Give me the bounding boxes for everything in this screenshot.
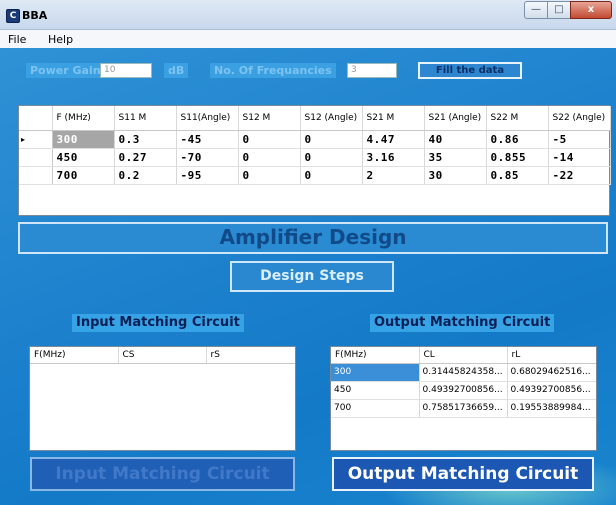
grid-cell[interactable]: 3.16 (362, 148, 425, 167)
grid-header-row: F (MHz) S11 M S11(Angle) S12 M S12 (Angl… (19, 106, 611, 131)
grid-header-cell[interactable]: S21 M (362, 106, 425, 131)
s-parameter-grid[interactable]: F (MHz) S11 M S11(Angle) S12 M S12 (Angl… (18, 105, 611, 216)
power-gain-input[interactable]: 10 (100, 63, 152, 78)
grid-cell[interactable]: 0 (238, 148, 301, 167)
grid-cell[interactable]: -5 (548, 130, 611, 149)
grid-cell[interactable]: -70 (176, 148, 239, 167)
window-title: BBA (22, 9, 48, 22)
grid-cell[interactable]: 0.75851736659... (419, 399, 508, 418)
amplifier-design-banner: Amplifier Design (18, 222, 608, 254)
grid-cell[interactable]: 0 (300, 148, 363, 167)
current-row-indicator-icon: ▸ (19, 130, 53, 149)
grid-cell[interactable]: 0.85 (486, 166, 549, 185)
grid-header-cell[interactable]: S12 (Angle) (300, 106, 363, 131)
menu-bar: File Help (0, 30, 616, 48)
input-matching-button[interactable]: Input Matching Circuit (30, 457, 295, 491)
num-frequencies-input[interactable]: 3 (347, 63, 397, 78)
grid-header-cell[interactable]: CS (118, 347, 207, 364)
grid-cell[interactable]: 40 (424, 130, 487, 149)
row-header-cell[interactable] (19, 166, 53, 185)
grid-cell[interactable]: 0 (238, 130, 301, 149)
grid-cell[interactable]: 0.2 (114, 166, 177, 185)
grid-cell[interactable]: 0.49392700856... (507, 381, 596, 400)
grid-cell[interactable]: 0.49392700856... (419, 381, 508, 400)
menu-help[interactable]: Help (48, 33, 73, 46)
input-matching-grid[interactable]: F(MHz) CS rS (29, 346, 296, 451)
grid-header-cell[interactable]: S21 (Angle) (424, 106, 487, 131)
fill-data-button[interactable]: Fill the data (418, 62, 522, 79)
grid-cell[interactable]: -45 (176, 130, 239, 149)
input-grid-header-row: F(MHz) CS rS (30, 347, 295, 364)
grid-cell[interactable]: -14 (548, 148, 611, 167)
window-controls: — □ x (524, 1, 612, 21)
grid-header-cell[interactable]: rS (206, 347, 295, 364)
grid-cell[interactable]: 4.47 (362, 130, 425, 149)
grid-header-cell[interactable]: S11 M (114, 106, 177, 131)
grid-cell[interactable]: 700 (52, 166, 115, 185)
grid-cell[interactable]: 450 (52, 148, 115, 167)
grid-cell[interactable]: 0.86 (486, 130, 549, 149)
grid-header-cell[interactable]: F (MHz) (52, 106, 115, 131)
table-row[interactable]: ▸ 300 0.3 -45 0 0 4.47 40 0.86 -5 (19, 130, 611, 149)
grid-cell[interactable]: 300 (52, 130, 115, 149)
output-matching-grid[interactable]: F(MHz) CL rL 300 0.31445824358... 0.6802… (330, 346, 597, 451)
design-steps-button[interactable]: Design Steps (230, 261, 394, 292)
grid-header-cell[interactable]: F(MHz) (30, 347, 119, 364)
output-matching-button[interactable]: Output Matching Circuit (332, 457, 594, 491)
grid-cell[interactable]: 300 (331, 363, 420, 382)
grid-cell[interactable]: 0.31445824358... (419, 363, 508, 382)
minimize-button[interactable]: — (524, 1, 548, 19)
table-row[interactable]: 300 0.31445824358... 0.68029462516... (331, 363, 596, 382)
grid-header-cell[interactable]: S12 M (238, 106, 301, 131)
grid-cell[interactable]: 0.855 (486, 148, 549, 167)
power-gain-label: Power Gain (26, 63, 105, 78)
grid-cell[interactable]: -22 (548, 166, 611, 185)
grid-cell[interactable]: 2 (362, 166, 425, 185)
grid-header-cell[interactable]: S11(Angle) (176, 106, 239, 131)
grid-header-cell[interactable]: S22 (Angle) (548, 106, 611, 131)
grid-cell[interactable]: 450 (331, 381, 420, 400)
table-row[interactable]: 450 0.27 -70 0 0 3.16 35 0.855 -14 (19, 148, 611, 167)
app-logo-icon: C (6, 9, 20, 23)
input-matching-title: Input Matching Circuit (72, 314, 244, 332)
table-row[interactable]: 450 0.49392700856... 0.49392700856... (331, 381, 596, 400)
grid-cell[interactable]: 0.3 (114, 130, 177, 149)
close-button[interactable]: x (570, 1, 612, 19)
grid-cell[interactable]: 30 (424, 166, 487, 185)
grid-cell[interactable]: 35 (424, 148, 487, 167)
maximize-button[interactable]: □ (547, 1, 571, 19)
grid-cell[interactable]: 0 (300, 130, 363, 149)
grid-cell[interactable]: -95 (176, 166, 239, 185)
grid-header-cell[interactable]: rL (507, 347, 596, 364)
grid-cell[interactable]: 0.68029462516... (507, 363, 596, 382)
grid-cell[interactable]: 0.27 (114, 148, 177, 167)
grid-cell[interactable]: 0.19553889984... (507, 399, 596, 418)
grid-corner-cell (19, 106, 53, 131)
main-panel: Power Gain 10 dB No. Of Frequancies 3 Fi… (0, 48, 616, 505)
output-grid-header-row: F(MHz) CL rL (331, 347, 596, 364)
grid-cell[interactable]: 0 (238, 166, 301, 185)
grid-header-cell[interactable]: CL (419, 347, 508, 364)
grid-header-cell[interactable]: F(MHz) (331, 347, 420, 364)
menu-file[interactable]: File (8, 33, 26, 46)
db-unit-label: dB (164, 63, 189, 78)
title-bar: C BBA — □ x (0, 0, 616, 30)
num-frequencies-label: No. Of Frequancies (210, 63, 336, 78)
table-row[interactable]: 700 0.75851736659... 0.19553889984... (331, 399, 596, 418)
grid-cell[interactable]: 0 (300, 166, 363, 185)
output-matching-title: Output Matching Circuit (370, 314, 555, 332)
grid-cell[interactable]: 700 (331, 399, 420, 418)
grid-header-cell[interactable]: S22 M (486, 106, 549, 131)
table-row[interactable]: 700 0.2 -95 0 0 2 30 0.85 -22 (19, 166, 611, 185)
row-header-cell[interactable] (19, 148, 53, 167)
